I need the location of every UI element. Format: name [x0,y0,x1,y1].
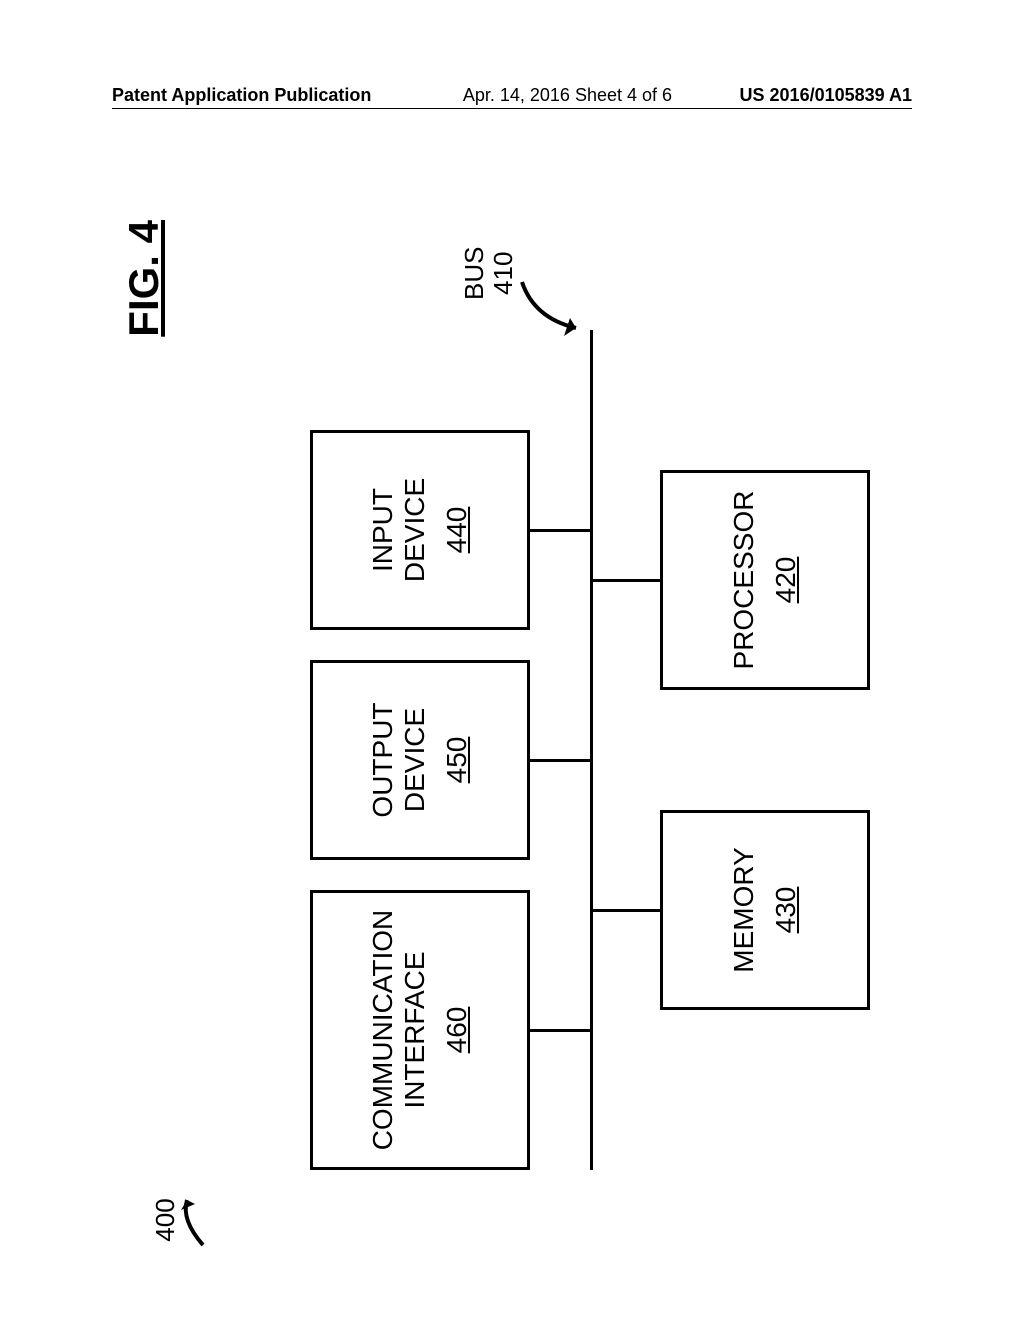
block-label: INPUT DEVICE [367,439,431,621]
bus-label-text: BUS [460,247,489,300]
document-number: US 2016/0105839 A1 [740,85,912,106]
block-label: MEMORY [728,847,760,973]
block-number: 450 [441,737,473,784]
block-output-device: OUTPUT DEVICE 450 [310,660,530,860]
figure-wrap: FIG. 4 400 BUS 410 [90,160,934,1260]
block-label: COMMUNICATION [367,910,399,1151]
block-memory: MEMORY 430 [660,810,870,1010]
block-processor: PROCESSOR 420 [660,470,870,690]
bus-stub [530,529,590,532]
page-header: Patent Application Publication Apr. 14, … [112,82,912,109]
bus-line [590,330,593,1170]
arrow-icon [177,1190,209,1250]
block-label: INTERFACE [399,951,431,1108]
figure-ref-400: 400 [150,1190,209,1250]
block-number: 460 [441,1007,473,1054]
block-number: 420 [770,557,802,604]
publication-label: Patent Application Publication [112,85,371,106]
page: Patent Application Publication Apr. 14, … [0,0,1024,1320]
figure-4: FIG. 4 400 BUS 410 [90,160,934,1260]
bus-stub [590,579,660,582]
block-number: 440 [441,507,473,554]
bus-label-num: 410 [489,247,518,300]
bus-stub [530,1029,590,1032]
date-sheet-label: Apr. 14, 2016 Sheet 4 of 6 [371,85,739,106]
block-number: 430 [770,887,802,934]
block-communication-interface: COMMUNICATION INTERFACE 460 [310,890,530,1170]
block-label: PROCESSOR [728,491,760,670]
block-input-device: INPUT DEVICE 440 [310,430,530,630]
bus-stub [530,759,590,762]
bus-arrow-icon [516,262,596,342]
figure-title: FIG. 4 [120,220,168,337]
bus-stub [590,909,660,912]
bus-label: BUS 410 [460,247,517,300]
block-label: OUTPUT DEVICE [367,669,431,851]
